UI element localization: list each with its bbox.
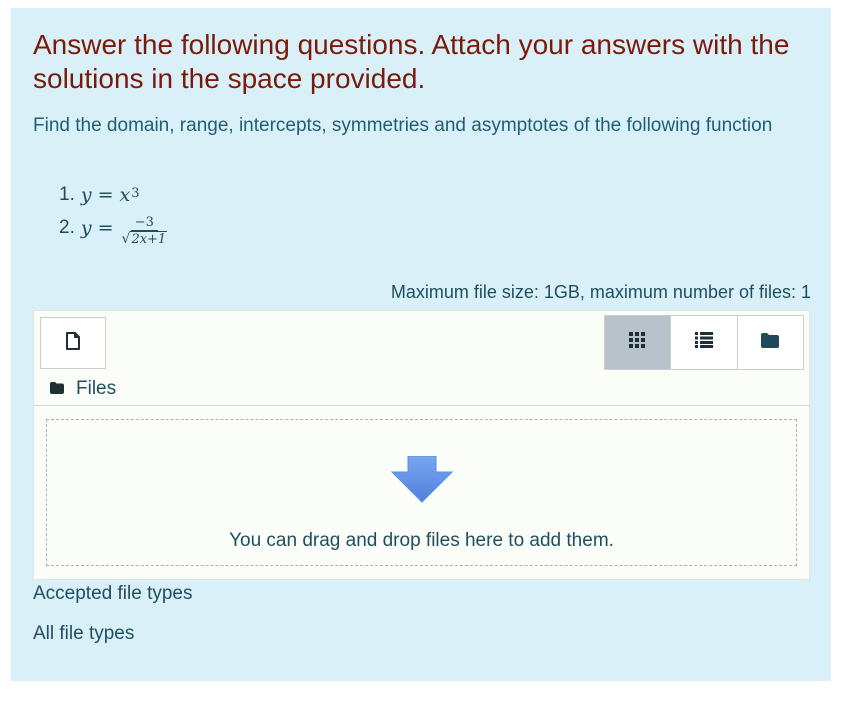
- max-file-size-note: Maximum file size: 1GB, maximum number o…: [390, 282, 811, 302]
- math-lhs: y: [80, 217, 92, 239]
- math-base: x: [119, 184, 131, 206]
- math-radicand: 2x+1: [130, 231, 168, 247]
- math-item-2: 2. y = −3 √ 2x+1: [59, 210, 170, 247]
- breadcrumb-folder-link[interactable]: Files: [76, 378, 116, 400]
- grid-view-button[interactable]: [605, 316, 672, 369]
- list-icon: [694, 332, 713, 353]
- math-item-number: 2.: [59, 217, 75, 238]
- math-lhs: y: [80, 184, 92, 206]
- file-icon: [65, 331, 81, 355]
- list-view-button[interactable]: [671, 316, 738, 369]
- accepted-file-types-value: All file types: [33, 623, 135, 644]
- divider: [34, 405, 809, 406]
- question-panel: Answer the following questions. Attach y…: [11, 8, 831, 681]
- folder-icon: [761, 332, 780, 353]
- math-numerator: −3: [130, 215, 158, 231]
- math-fraction: −3 √ 2x+1: [120, 215, 170, 247]
- math-item-number: 1.: [59, 184, 75, 205]
- math-exponent: 3: [131, 185, 140, 201]
- question-prompt: Answer the following questions. Attach y…: [33, 29, 790, 94]
- question-instructions: Find the domain, range, intercepts, symm…: [33, 115, 773, 136]
- file-manager: Files You can drag and drop files here t…: [33, 310, 810, 580]
- math-item-1: 1. y = x 3: [59, 180, 169, 210]
- math-denominator: √ 2x+1: [120, 231, 170, 247]
- add-file-button[interactable]: [40, 317, 106, 369]
- math-equals: =: [97, 217, 114, 239]
- folder-icon: [50, 378, 64, 400]
- drop-instructions: You can drag and drop files here to add …: [229, 530, 614, 551]
- tree-view-button[interactable]: [737, 316, 803, 369]
- math-list: 1. y = x 3 2. y = −3 √ 2x+1: [59, 180, 170, 247]
- sqrt-symbol: √: [121, 230, 131, 247]
- accepted-file-types-label: Accepted file types: [33, 583, 193, 604]
- view-mode-group: [604, 315, 804, 370]
- grid-icon: [628, 332, 647, 353]
- breadcrumb: Files: [50, 378, 116, 400]
- math-equals: =: [97, 184, 114, 206]
- file-drop-zone[interactable]: You can drag and drop files here to add …: [46, 419, 797, 566]
- down-arrow-icon: [390, 455, 454, 509]
